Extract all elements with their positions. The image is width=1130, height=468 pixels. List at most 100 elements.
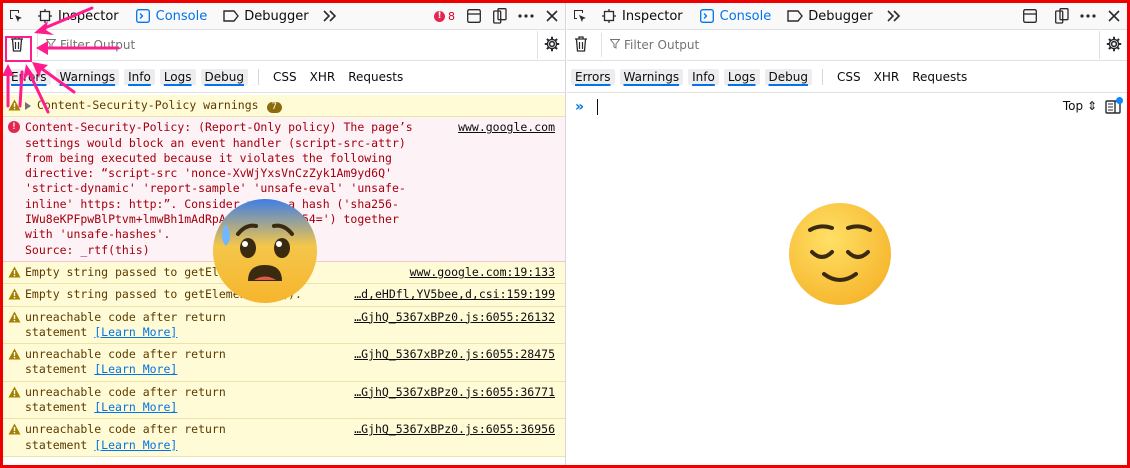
context-selector[interactable]: Top ⇕	[1063, 99, 1097, 113]
learn-more-link[interactable]: [Learn More]	[94, 438, 177, 452]
group-count-badge: 7	[266, 102, 282, 113]
message-source-link[interactable]: …GjhQ_5367xBPz0.js:6055:36956	[348, 419, 565, 456]
learn-more-link[interactable]: [Learn More]	[94, 362, 177, 376]
divider	[821, 68, 823, 85]
notification-dot	[1116, 97, 1123, 104]
tab-label: Inspector	[622, 8, 683, 24]
more-tabs-chevron-icon[interactable]	[881, 4, 907, 28]
filter-funnel-icon	[45, 38, 57, 52]
filter-info[interactable]: Info	[688, 68, 719, 85]
filter-debug[interactable]: Debug	[764, 68, 812, 85]
tab-console[interactable]: Console	[127, 3, 216, 30]
filter-xhr[interactable]: XHR	[306, 70, 340, 84]
warning-icon	[8, 99, 20, 111]
message-source-link[interactable]: www.google.com	[452, 117, 565, 261]
devtools-tabbar: Inspector Console Debugger	[567, 3, 1127, 30]
element-picker-icon[interactable]	[3, 4, 29, 28]
anxious-face-emoji	[213, 199, 317, 303]
close-icon[interactable]	[1101, 4, 1127, 28]
filter-errors[interactable]: Errors	[571, 68, 615, 85]
filter-logs[interactable]: Logs	[159, 68, 196, 85]
warning-icon	[8, 423, 20, 435]
debugger-icon	[223, 8, 240, 24]
tab-console[interactable]: Console	[691, 3, 780, 30]
tab-label: Console	[719, 8, 772, 24]
console-settings-button[interactable]	[537, 31, 565, 59]
filter-warnings[interactable]: Warnings	[55, 68, 120, 85]
debugger-icon	[787, 8, 804, 24]
message-source-link[interactable]: …GjhQ_5367xBPz0.js:6055:36771	[348, 382, 565, 419]
error-icon: !	[8, 121, 20, 134]
more-options-icon[interactable]	[1075, 4, 1101, 28]
element-picker-icon[interactable]	[567, 4, 593, 28]
console-input-row[interactable]: » Top ⇕	[567, 95, 1127, 119]
split-console-icon[interactable]	[461, 4, 487, 28]
sidebar-toggle-icon[interactable]	[1103, 97, 1123, 117]
tab-debugger[interactable]: Debugger	[779, 3, 880, 30]
tab-inspector[interactable]: Inspector	[29, 3, 127, 30]
responsive-design-icon[interactable]	[1049, 4, 1075, 28]
filter-css[interactable]: CSS	[269, 70, 301, 84]
tab-inspector[interactable]: Inspector	[593, 3, 691, 30]
gear-icon	[544, 36, 560, 55]
error-icon: !	[434, 10, 445, 22]
split-console-icon[interactable]	[1017, 4, 1043, 28]
close-icon[interactable]	[539, 4, 565, 28]
responsive-design-icon[interactable]	[487, 4, 513, 28]
filter-requests[interactable]: Requests	[908, 70, 971, 84]
highlight-box	[5, 36, 32, 62]
filter-warnings[interactable]: Warnings	[619, 68, 684, 85]
tab-label: Console	[155, 8, 208, 24]
devtools-tabbar: Inspector Console Debugger ! 8	[3, 3, 565, 30]
console-settings-button[interactable]	[1099, 31, 1127, 59]
warning-icon	[8, 348, 20, 360]
clear-console-button[interactable]	[569, 33, 593, 57]
more-tabs-chevron-icon[interactable]	[317, 4, 343, 28]
inspector-icon	[37, 8, 53, 24]
warning-icon	[8, 266, 20, 278]
gear-icon	[1106, 36, 1122, 55]
filter-debug[interactable]: Debug	[200, 68, 248, 85]
filter-xhr[interactable]: XHR	[870, 70, 904, 84]
relieved-face-emoji	[789, 203, 891, 305]
inspector-icon	[601, 8, 617, 24]
text-caret	[597, 99, 598, 115]
divider	[257, 68, 259, 85]
filter-logs[interactable]: Logs	[723, 68, 760, 85]
filter-funnel-icon	[609, 38, 621, 52]
filter-placeholder: Filter Output	[60, 38, 136, 52]
learn-more-link[interactable]: [Learn More]	[94, 325, 177, 339]
message-source-link[interactable]: www.google.com:19:133	[404, 262, 565, 283]
filter-info[interactable]: Info	[124, 68, 155, 85]
console-icon	[135, 8, 151, 24]
filter-requests[interactable]: Requests	[344, 70, 407, 84]
console-message: unreachable code after return statement …	[3, 306, 565, 345]
warning-icon	[8, 288, 20, 300]
message-source-link[interactable]: …GjhQ_5367xBPz0.js:6055:28475	[348, 344, 565, 381]
warning-icon	[8, 311, 20, 323]
prompt-chevron-icon: »	[575, 99, 585, 115]
console-message: unreachable code after return statement …	[3, 381, 565, 420]
log-level-filters: Errors Warnings Info Logs Debug CSS XHR …	[3, 61, 565, 93]
group-title: Content-Security-Policy warnings	[37, 98, 259, 112]
tab-label: Inspector	[58, 8, 119, 24]
filter-css[interactable]: CSS	[833, 70, 865, 84]
message-source-link[interactable]: …GjhQ_5367xBPz0.js:6055:26132	[348, 307, 565, 344]
tab-label: Debugger	[808, 8, 873, 24]
message-source-link[interactable]: …d,eHDfl,YV5bee,d,csi:159:199	[348, 284, 565, 305]
tab-debugger[interactable]: Debugger	[215, 3, 316, 30]
console-message: unreachable code after return statement …	[3, 419, 565, 457]
filter-output-input[interactable]: Filter Output	[37, 33, 537, 57]
tab-label: Debugger	[244, 8, 309, 24]
error-count-badge[interactable]: ! 8	[434, 10, 455, 23]
learn-more-link[interactable]: [Learn More]	[94, 400, 177, 414]
filter-errors[interactable]: Errors	[7, 68, 51, 85]
filter-placeholder: Filter Output	[624, 38, 700, 52]
console-filter-bar: Filter Output	[3, 30, 565, 61]
console-filter-bar: Filter Output	[567, 30, 1127, 61]
error-count: 8	[448, 9, 455, 23]
more-options-icon[interactable]	[513, 4, 539, 28]
filter-output-input[interactable]: Filter Output	[601, 33, 1099, 57]
expand-triangle-icon[interactable]	[25, 101, 31, 110]
csp-warning-group[interactable]: Content-Security-Policy warnings 7	[3, 95, 565, 118]
